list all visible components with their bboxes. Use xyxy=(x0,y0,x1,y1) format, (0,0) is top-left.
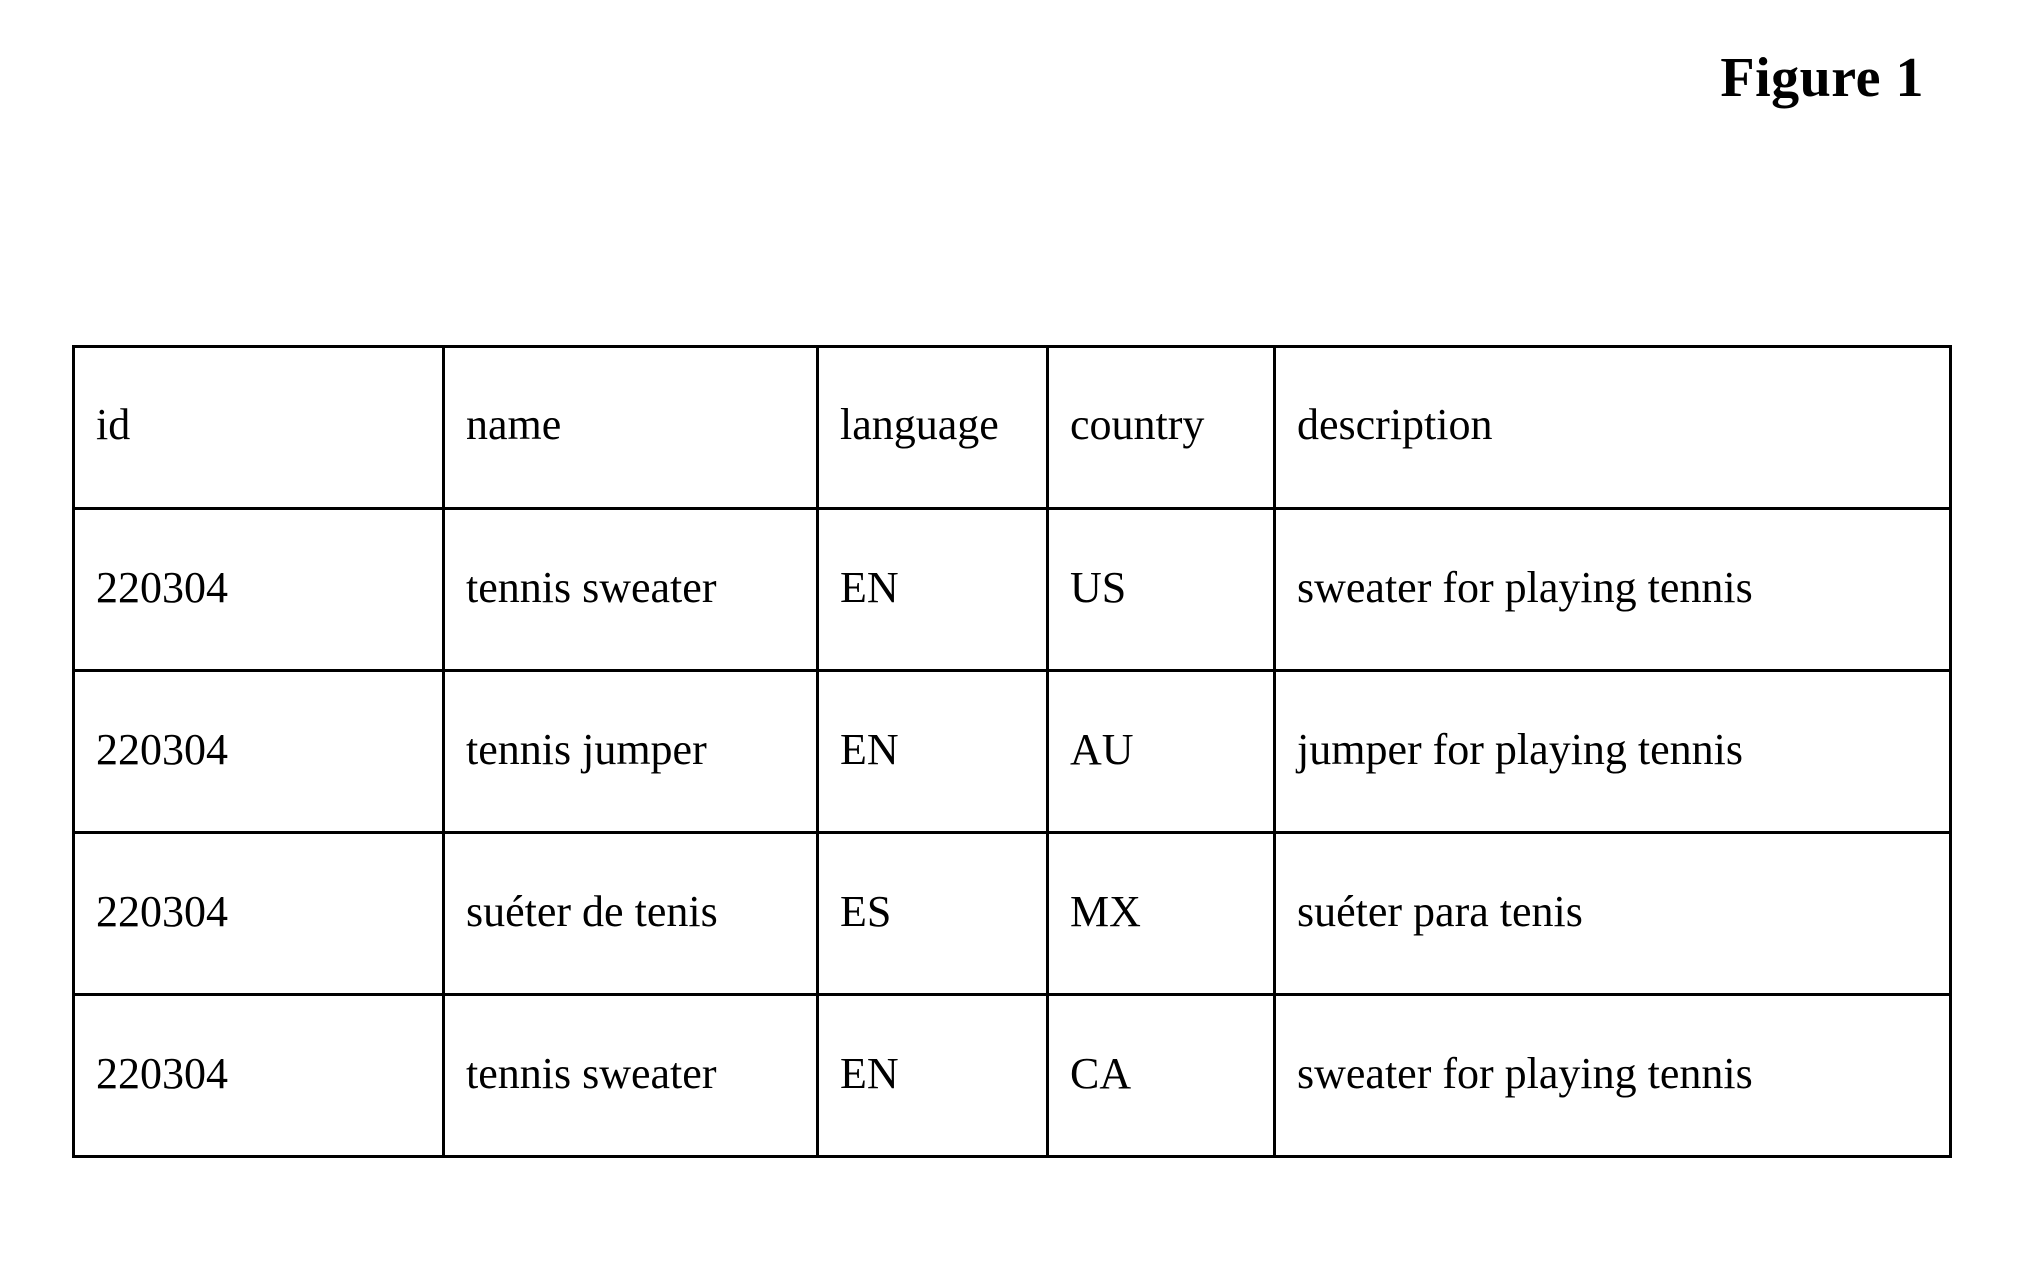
cell-id: 220304 xyxy=(72,993,445,1158)
cell-language: EN xyxy=(816,993,1049,1158)
cell-country: US xyxy=(1046,507,1276,672)
cell-description: sweater for playing tennis xyxy=(1273,507,1952,672)
column-header-name: name xyxy=(442,345,819,510)
column-header-country: country xyxy=(1046,345,1276,510)
product-table: id name language country description 220… xyxy=(72,345,1952,1158)
cell-description: suéter para tenis xyxy=(1273,831,1952,996)
cell-id: 220304 xyxy=(72,831,445,996)
cell-name: tennis sweater xyxy=(442,993,819,1158)
cell-id: 220304 xyxy=(72,507,445,672)
cell-language: EN xyxy=(816,669,1049,834)
cell-country: MX xyxy=(1046,831,1276,996)
cell-description: jumper for playing tennis xyxy=(1273,669,1952,834)
table-row: 220304 tennis jumper EN AU jumper for pl… xyxy=(72,669,1952,834)
cell-name: tennis sweater xyxy=(442,507,819,672)
cell-country: AU xyxy=(1046,669,1276,834)
column-header-description: description xyxy=(1273,345,1952,510)
table-row: 220304 suéter de tenis ES MX suéter para… xyxy=(72,831,1952,996)
cell-name: tennis jumper xyxy=(442,669,819,834)
column-header-language: language xyxy=(816,345,1049,510)
table-row: 220304 tennis sweater EN US sweater for … xyxy=(72,507,1952,672)
cell-name: suéter de tenis xyxy=(442,831,819,996)
column-header-id: id xyxy=(72,345,445,510)
table-row: 220304 tennis sweater EN CA sweater for … xyxy=(72,993,1952,1158)
cell-language: ES xyxy=(816,831,1049,996)
cell-country: CA xyxy=(1046,993,1276,1158)
cell-language: EN xyxy=(816,507,1049,672)
header-row: id name language country description xyxy=(72,345,1952,510)
cell-id: 220304 xyxy=(72,669,445,834)
cell-description: sweater for playing tennis xyxy=(1273,993,1952,1158)
figure-title: Figure 1 xyxy=(1720,47,1924,109)
